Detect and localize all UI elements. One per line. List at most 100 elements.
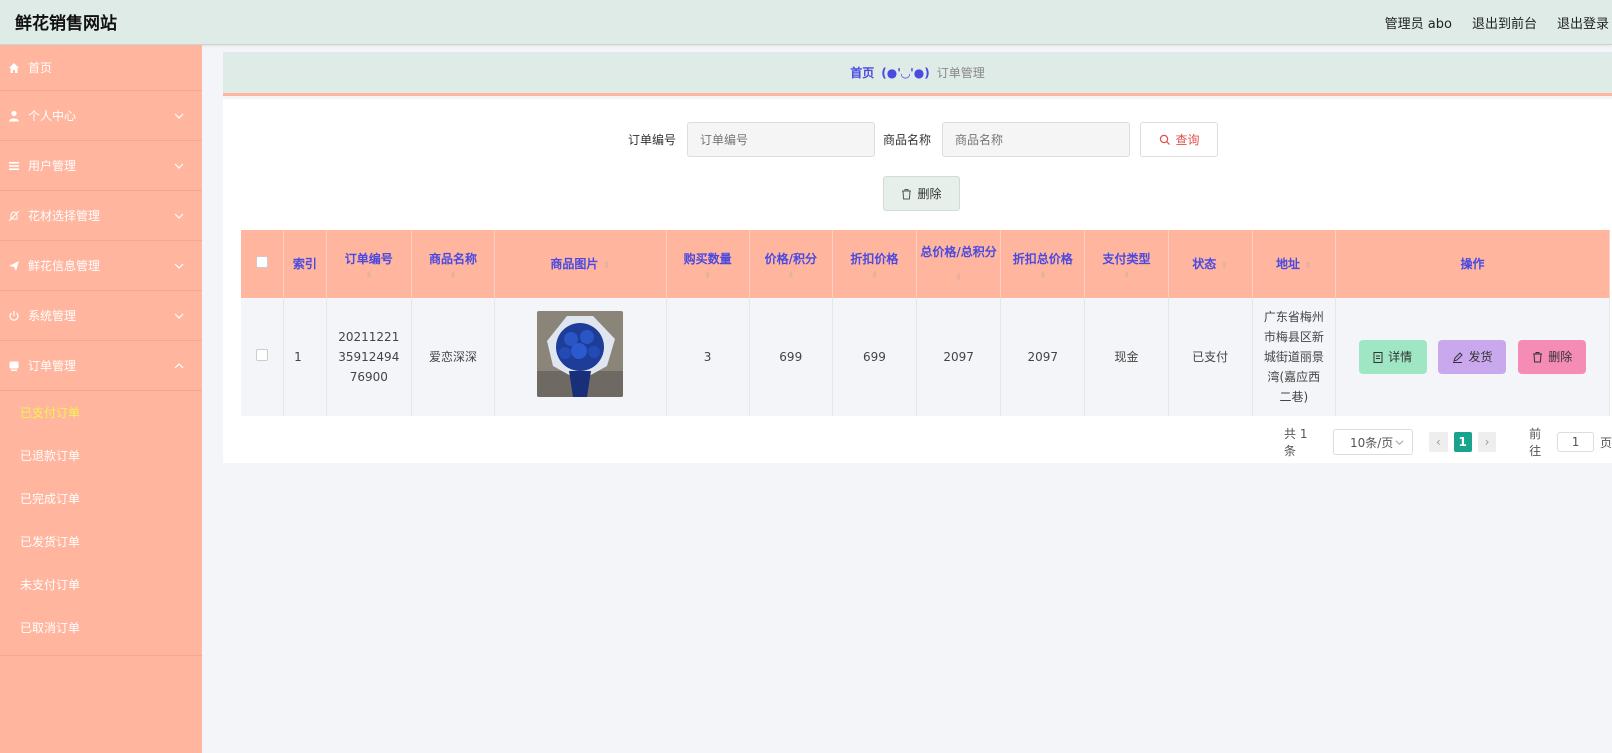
cell-price: 699	[749, 298, 833, 416]
header-status[interactable]: 状态 ⬍	[1168, 230, 1253, 298]
goto-page-unit: 页	[1599, 435, 1612, 450]
sort-icon[interactable]: ⬍	[1304, 261, 1312, 271]
product-name-label: 商品名称	[883, 133, 932, 147]
submenu-item-shipped[interactable]: 已发货订单	[0, 520, 202, 563]
admin-label: 管理员 abo	[1384, 17, 1452, 32]
cell-total: 2097	[916, 298, 1002, 416]
submenu-item-completed[interactable]: 已完成订单	[0, 477, 202, 520]
row-checkbox[interactable]	[256, 349, 269, 361]
breadcrumb-home[interactable]: 首页	[850, 64, 874, 81]
sidebar-item-personal[interactable]: 个人中心	[0, 91, 202, 141]
sort-icon[interactable]: ⬍	[603, 261, 611, 271]
header-select-all[interactable]	[241, 230, 285, 298]
cell-actions: 详情 发货 删除	[1335, 298, 1611, 416]
header-label: 总价格/总积分	[920, 245, 997, 259]
sidebar-item-system[interactable]: 系统管理	[0, 291, 202, 341]
cell-quantity: 3	[666, 298, 750, 416]
sidebar-item-users[interactable]: 用户管理	[0, 141, 202, 191]
submenu-item-paid[interactable]: 已支付订单	[0, 391, 202, 434]
sort-icon[interactable]: ⬍	[412, 271, 494, 281]
header-label: 价格/积分	[764, 252, 817, 266]
send-icon	[8, 260, 20, 272]
header-label: 支付类型	[1102, 252, 1151, 266]
home-icon	[8, 62, 20, 74]
product-name-input[interactable]	[942, 122, 1131, 157]
header-label: 订单编号	[344, 252, 393, 266]
sort-icon[interactable]: ⬍	[327, 271, 411, 281]
chevron-down-icon	[174, 113, 184, 119]
breadcrumb-separator: (●'◡'●)	[881, 65, 930, 80]
header-links: 管理员 abo 退出到前台 退出登录	[1385, 0, 1612, 45]
header-product-name[interactable]: 商品名称 ⬍	[411, 230, 496, 298]
sidebar-item-home[interactable]: 首页	[0, 45, 202, 91]
sort-icon[interactable]: ⬍	[667, 271, 749, 281]
header-price[interactable]: 价格/积分 ⬍	[749, 230, 833, 298]
order-no-input[interactable]	[687, 122, 876, 157]
sort-icon[interactable]: ⬍	[1085, 271, 1167, 281]
header-label: 商品名称	[428, 252, 477, 266]
search-bar: 订单编号 商品名称 查询	[628, 122, 1219, 157]
submenu-item-refunded[interactable]: 已退款订单	[0, 434, 202, 477]
goto-label: 前往	[1529, 427, 1542, 458]
logout-link[interactable]: 退出登录	[1557, 13, 1609, 32]
power-icon	[8, 310, 20, 322]
orders-submenu: 已支付订单 已退款订单 已完成订单 已发货订单 未支付订单 已取消订单	[0, 391, 202, 656]
ship-button[interactable]: 发货	[1438, 340, 1507, 375]
sort-icon[interactable]: ⬍	[1001, 271, 1084, 281]
sort-icon[interactable]: ⬍	[833, 271, 916, 281]
prev-page-button[interactable]: ‹	[1429, 432, 1448, 452]
header-index: 索引	[283, 230, 327, 298]
submenu-item-unpaid[interactable]: 未支付订单	[0, 563, 202, 606]
header-quantity[interactable]: 购买数量 ⬍	[666, 230, 750, 298]
breadcrumb-current: 订单管理	[936, 66, 985, 80]
header-label: 购买数量	[683, 252, 732, 266]
header-discount-price[interactable]: 折扣价格 ⬍	[832, 230, 918, 298]
cell-product-image	[494, 298, 667, 416]
sidebar-item-label: 用户管理	[28, 159, 77, 173]
site-title: 鲜花销售网站	[15, 14, 117, 34]
header-order-no[interactable]: 订单编号 ⬍	[326, 230, 412, 298]
header-label: 商品图片	[550, 257, 599, 271]
back-to-front-link[interactable]: 退出到前台	[1472, 13, 1537, 32]
chevron-down-icon	[174, 263, 184, 269]
order-no-label: 订单编号	[628, 133, 677, 147]
breadcrumb: 首页 (●'◡'●) 订单管理	[223, 52, 1612, 96]
sidebar-item-label: 鲜花信息管理	[28, 259, 101, 273]
header-product-image[interactable]: 商品图片 ⬍	[494, 230, 667, 298]
sidebar-item-label: 花材选择管理	[28, 209, 101, 223]
chevron-down-icon	[174, 163, 184, 169]
sort-icon[interactable]: ⬍	[750, 271, 832, 281]
detail-button[interactable]: 详情	[1358, 340, 1427, 375]
goto-page-input[interactable]: 1	[1557, 432, 1594, 452]
header-actions: 操作	[1335, 230, 1611, 298]
row-delete-button[interactable]: 删除	[1518, 339, 1587, 374]
select-all-checkbox[interactable]	[256, 256, 269, 268]
header-label: 折扣价格	[850, 252, 899, 266]
trash-icon	[902, 188, 912, 199]
row-select-cell[interactable]	[241, 298, 285, 416]
query-button[interactable]: 查询	[1140, 122, 1219, 157]
header-address[interactable]: 地址 ⬍	[1252, 230, 1336, 298]
batch-delete-button[interactable]: 删除	[883, 176, 960, 211]
chevron-up-icon	[174, 362, 184, 368]
sort-icon[interactable]: ⬍	[1221, 261, 1229, 271]
chevron-down-icon	[174, 313, 184, 319]
sidebar-item-flower-material[interactable]: 花材选择管理	[0, 191, 202, 241]
sidebar-item-flower-info[interactable]: 鲜花信息管理	[0, 241, 202, 291]
cell-address: 广东省梅州市梅县区新城街道丽景湾(嘉应西二巷)	[1252, 298, 1336, 416]
trash-icon	[1533, 351, 1543, 363]
top-header: 鲜花销售网站 管理员 abo 退出到前台 退出登录	[0, 0, 1612, 45]
sort-icon[interactable]: ⬍	[955, 273, 963, 283]
header-label: 状态	[1192, 257, 1217, 271]
page-size-select[interactable]: 10条/页	[1332, 429, 1414, 455]
page-number-current[interactable]: 1	[1453, 432, 1472, 452]
header-pay-type[interactable]: 支付类型 ⬍	[1084, 230, 1169, 298]
header-discount-total[interactable]: 折扣总价格 ⬍	[1000, 230, 1086, 298]
submenu-item-cancelled[interactable]: 已取消订单	[0, 606, 202, 649]
sidebar-item-label: 系统管理	[28, 309, 77, 323]
sidebar-item-orders[interactable]: 订单管理	[0, 341, 202, 391]
product-image	[537, 311, 624, 397]
next-page-button[interactable]: ›	[1477, 432, 1497, 452]
header-total[interactable]: 总价格/总积分 ⬍	[916, 230, 1002, 298]
document-icon	[1373, 351, 1383, 363]
